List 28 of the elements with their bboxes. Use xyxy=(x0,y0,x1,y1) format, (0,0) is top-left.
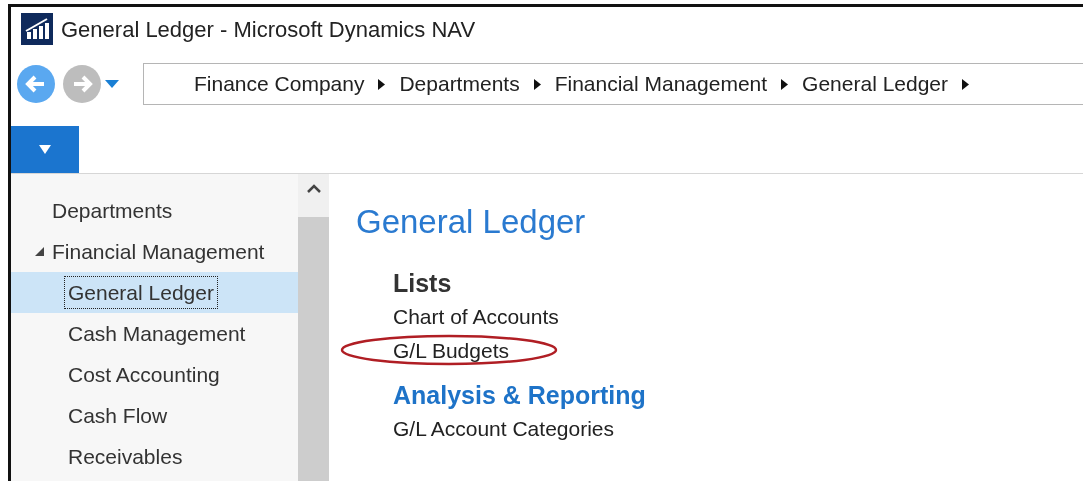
section-heading: Lists xyxy=(393,268,453,299)
caret-icon xyxy=(39,145,51,154)
scrollbar[interactable] xyxy=(298,174,329,481)
list-link[interactable]: G/L Account Categories xyxy=(393,413,614,445)
page-title: General Ledger xyxy=(356,202,587,242)
chevron-right-icon[interactable] xyxy=(533,78,541,90)
sidebar-item[interactable]: Receivables xyxy=(65,440,186,473)
sidebar-item[interactable]: Cash Management xyxy=(65,317,249,350)
chevron-right-icon[interactable] xyxy=(781,78,789,90)
sidebar-item[interactable]: Cash Flow xyxy=(65,399,171,432)
ribbon-toggle-button[interactable] xyxy=(11,126,79,173)
chevron-right-icon[interactable] xyxy=(378,78,386,90)
window-title: General Ledger - Microsoft Dynamics NAV xyxy=(61,15,476,44)
chevron-up-icon[interactable] xyxy=(306,184,321,193)
expanded-triangle-icon[interactable] xyxy=(34,247,44,256)
breadcrumb-link[interactable]: Finance Company xyxy=(194,68,365,100)
dropdown-caret-icon[interactable] xyxy=(105,80,119,88)
breadcrumb-link[interactable]: General Ledger xyxy=(802,68,949,100)
chevron-right-icon[interactable] xyxy=(962,78,970,90)
section-heading: Analysis & Reporting xyxy=(393,380,647,411)
bar-chart-icon xyxy=(21,13,53,45)
sidebar-item[interactable]: Cost Accounting xyxy=(65,358,223,391)
sidebar-item[interactable]: Financial Management xyxy=(49,235,268,268)
sidebar-item[interactable]: Departments xyxy=(49,194,176,227)
breadcrumb-link[interactable]: Financial Management xyxy=(554,68,768,100)
breadcrumb-link[interactable]: Departments xyxy=(399,68,520,100)
address-bar[interactable]: Finance Company Departments Financial Management General Ledger xyxy=(143,63,1083,105)
list-link[interactable]: Chart of Accounts xyxy=(393,301,559,333)
